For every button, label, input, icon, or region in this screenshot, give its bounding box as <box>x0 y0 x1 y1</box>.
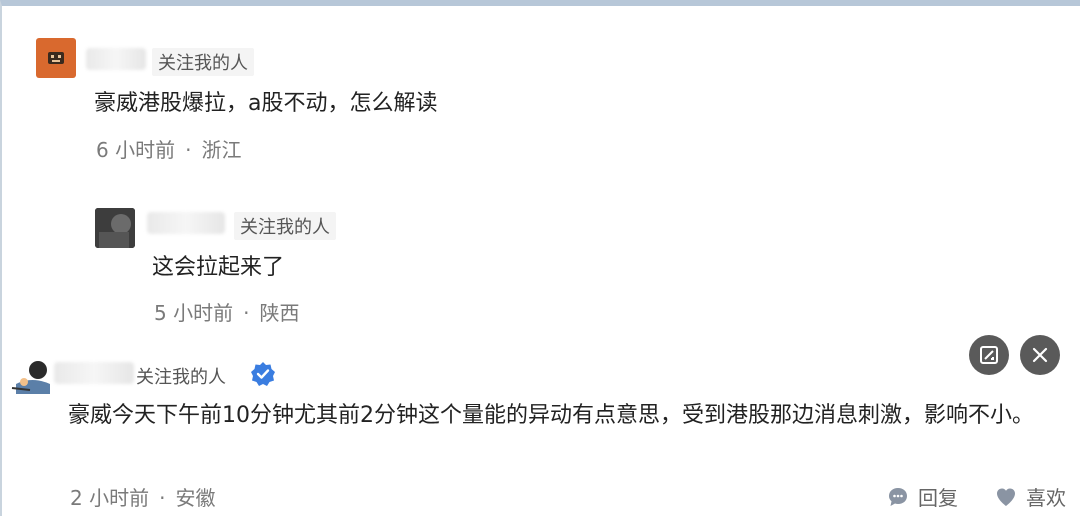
comment-bubble-icon <box>889 487 907 506</box>
reply-button[interactable]: 回复 <box>886 482 958 511</box>
verified-badge-icon <box>251 362 275 386</box>
location: 安徽 <box>175 486 216 510</box>
comment-thread: 关注我的人 豪威港股爆拉，a股不动，怎么解读 6 小时前 · 浙江 关注我的人 这会… <box>0 0 1080 516</box>
like-label: 喜欢 <box>1026 486 1066 510</box>
comment-text: 豪威今天下午前10分钟尤其前2分钟这个量能的异动有点意思，受到港股那边消息刺激，… <box>68 403 1034 428</box>
avatar[interactable] <box>10 354 54 398</box>
heart-icon <box>997 488 1015 506</box>
follower-tag: 关注我的人 <box>136 367 226 388</box>
comment-meta: 2 小时前 · 安徽 <box>70 486 216 510</box>
reply-label: 回复 <box>918 486 958 510</box>
like-button[interactable]: 喜欢 <box>994 482 1066 511</box>
timestamp: 2 小时前 <box>70 486 150 510</box>
comment-3: 关注我的人 豪威今天下午前10分钟尤其前2分钟这个量能的异动有点意思，受到港股那… <box>2 6 1080 516</box>
username[interactable] <box>54 362 134 384</box>
